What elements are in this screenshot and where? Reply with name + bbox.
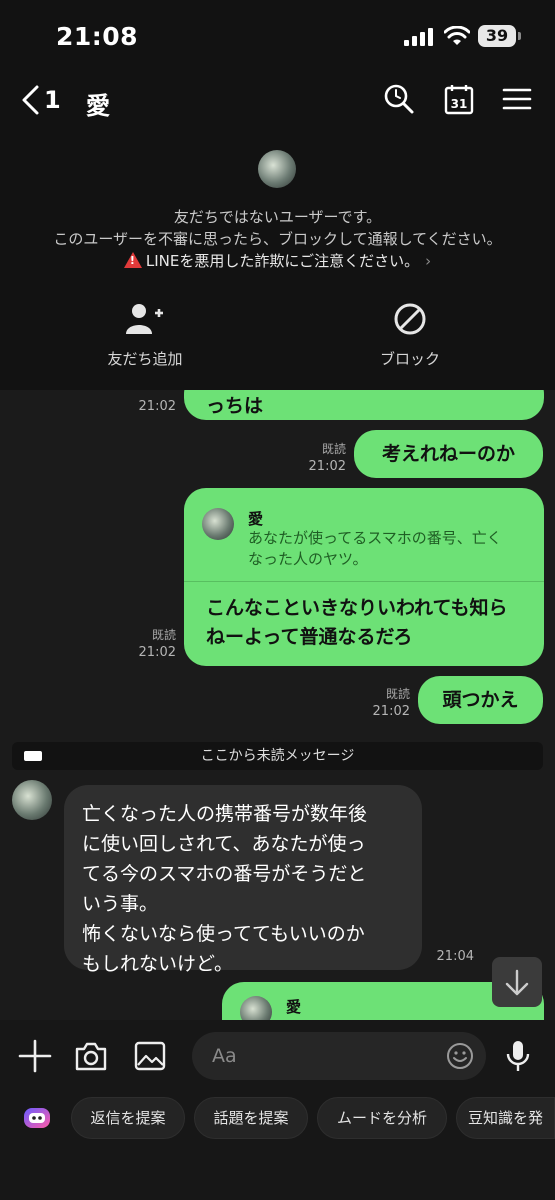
contact-avatar[interactable] bbox=[258, 150, 296, 188]
message-time: 21:02 bbox=[138, 645, 176, 660]
sent-message-bubble[interactable]: 頭つかえ bbox=[418, 676, 543, 724]
ai-suggestion-bar: 返信を提案 話題を提案 ムードを分析 豆知識を発 bbox=[0, 1095, 555, 1200]
search-icon[interactable] bbox=[382, 82, 416, 116]
unread-divider-label: ここから未読メッセージ bbox=[200, 748, 355, 764]
message-input-bar bbox=[0, 1020, 555, 1095]
svg-text:31: 31 bbox=[451, 97, 468, 111]
message-field[interactable] bbox=[192, 1032, 486, 1080]
wifi-icon bbox=[444, 26, 470, 45]
chat-title: 愛 bbox=[86, 92, 110, 120]
quoted-sender-name: 愛 bbox=[248, 510, 264, 528]
message-time: 21:02 bbox=[308, 459, 346, 474]
message-input[interactable] bbox=[212, 1040, 432, 1072]
add-friend-icon bbox=[126, 304, 163, 334]
fraud-warning-text: LINEを悪用した詐欺にご注意ください。 bbox=[145, 252, 420, 270]
calendar-icon[interactable]: 31 bbox=[442, 82, 476, 116]
stranger-notice-panel: 友だちではないユーザーです。 このユーザーを不審に思ったら、ブロックして通報して… bbox=[0, 132, 555, 390]
message-text: 頭つかえ bbox=[442, 689, 519, 711]
battery-icon: 39 bbox=[478, 25, 516, 47]
chip-suggest-topic[interactable]: 話題を提案 bbox=[194, 1097, 308, 1139]
block-icon bbox=[394, 303, 426, 335]
block-label: ブロック bbox=[379, 350, 440, 368]
received-message-bubble[interactable]: 亡くなった人の携帯番号が数年後 に使い回しされて、あなたが使っ てる今のスマホの… bbox=[64, 785, 422, 975]
sent-message-bubble[interactable]: 考えれねーのか bbox=[354, 430, 543, 478]
battery-tip bbox=[518, 32, 521, 40]
message-text: こんなこといきなりいわれても知らねーよって普通なるだろ bbox=[206, 597, 508, 648]
read-receipt: 既読 bbox=[385, 687, 410, 701]
add-friend-label: 友だち追加 bbox=[107, 350, 183, 368]
message-meta: 21:02 bbox=[120, 398, 176, 416]
menu-icon[interactable] bbox=[500, 82, 534, 116]
unread-divider: ここから未読メッセージ bbox=[12, 742, 543, 770]
message-text: 考えれねーのか bbox=[381, 443, 515, 465]
message-meta: 既読 21:02 bbox=[120, 626, 176, 662]
ai-assistant-icon[interactable] bbox=[22, 1103, 52, 1133]
emoji-icon[interactable] bbox=[446, 1042, 474, 1070]
sender-avatar[interactable] bbox=[12, 780, 52, 820]
plus-icon[interactable] bbox=[17, 1038, 53, 1074]
sent-message-bubble[interactable]: っちは bbox=[184, 390, 544, 420]
camera-icon[interactable] bbox=[73, 1038, 109, 1074]
message-meta: 既読 21:02 bbox=[354, 685, 410, 721]
message-text: っちは bbox=[206, 395, 264, 417]
notice-line-1: 友だちではないユーザーです。 bbox=[173, 208, 382, 226]
reply-divider bbox=[184, 581, 544, 582]
warning-icon bbox=[123, 252, 142, 268]
quoted-message-text: あなたが使ってるスマホの番号、亡くなった人のヤツ。 bbox=[248, 529, 502, 568]
chip-suggest-reply[interactable]: 返信を提案 bbox=[71, 1097, 185, 1139]
back-chevron-icon[interactable] bbox=[18, 84, 42, 116]
quoted-avatar bbox=[202, 508, 234, 540]
message-list[interactable]: 21:02 っちは 既読 21:02 考えれねーのか 既読 21:02 愛 あな… bbox=[0, 390, 555, 1020]
message-time: 21:04 bbox=[436, 949, 474, 964]
status-time: 21:08 bbox=[56, 22, 139, 51]
microphone-icon[interactable] bbox=[500, 1038, 536, 1074]
message-meta: 既読 21:02 bbox=[290, 440, 346, 476]
add-friend-button[interactable]: 友だち追加 bbox=[70, 302, 220, 369]
status-bar: 21:08 39 bbox=[0, 0, 555, 70]
fraud-warning-link[interactable]: LINEを悪用した詐欺にご注意ください。 › bbox=[0, 250, 555, 271]
message-time: 21:02 bbox=[138, 399, 176, 414]
sent-reply-message-bubble[interactable]: 愛 あなたが使ってるスマホの番号、亡くなった人のヤツ。 こんなこといきなりいわれ… bbox=[184, 488, 544, 666]
image-icon[interactable] bbox=[132, 1038, 168, 1074]
quoted-avatar bbox=[240, 996, 272, 1020]
tag-icon bbox=[24, 751, 42, 761]
message-time: 21:02 bbox=[372, 704, 410, 719]
chat-header: 1 愛 31 bbox=[0, 70, 555, 132]
read-receipt: 既読 bbox=[321, 442, 346, 456]
quoted-sender-name: 愛 bbox=[286, 998, 302, 1016]
block-button[interactable]: ブロック bbox=[335, 302, 485, 369]
chevron-right-icon: › bbox=[425, 252, 432, 270]
read-receipt: 既読 bbox=[151, 628, 176, 642]
notice-line-2: このユーザーを不審に思ったら、ブロックして通報してください。 bbox=[53, 230, 502, 248]
arrow-down-icon bbox=[505, 969, 529, 996]
chip-analyze-mood[interactable]: ムードを分析 bbox=[317, 1097, 447, 1139]
scroll-to-bottom-button[interactable] bbox=[492, 957, 542, 1007]
message-meta: 21:04 bbox=[428, 948, 474, 966]
signal-icon bbox=[404, 28, 433, 46]
unread-count[interactable]: 1 bbox=[44, 86, 61, 114]
chip-trivia[interactable]: 豆知識を発 bbox=[456, 1097, 555, 1139]
